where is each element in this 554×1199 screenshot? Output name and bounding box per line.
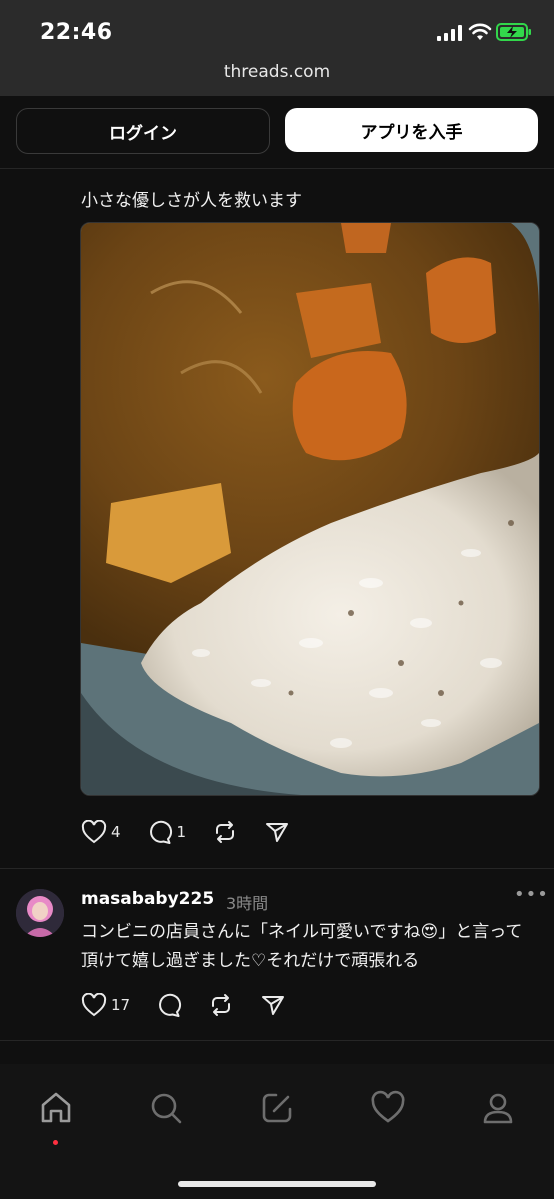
post-image[interactable]	[80, 222, 540, 796]
url-bar[interactable]: threads.com	[0, 62, 554, 82]
repost-icon	[216, 821, 235, 843]
heart-icon	[81, 820, 107, 844]
like-count: 17	[111, 996, 131, 1014]
compose-icon[interactable]	[259, 1090, 295, 1126]
post-text: 小さな優しさが人を救います	[81, 191, 302, 211]
status-time: 22:46	[40, 20, 113, 45]
get-app-button[interactable]: アプリを入手	[285, 108, 538, 152]
share-icon	[262, 996, 285, 1015]
profile-icon[interactable]	[480, 1090, 516, 1126]
cellular-signal-icon	[437, 25, 462, 41]
reply-icon	[149, 820, 172, 844]
post-text: コンビニの店員さんに「ネイル可愛いですね😍」と言って頂けて嬉し過ぎました♡それだ…	[81, 922, 523, 971]
divider	[0, 1040, 554, 1041]
repost-button[interactable]	[212, 820, 238, 844]
more-options-button[interactable]: •••	[514, 884, 549, 905]
curry-rice-photo	[81, 223, 539, 795]
post1-actions: 4 1	[81, 820, 316, 844]
reply-icon	[159, 993, 182, 1017]
home-indicator	[178, 1181, 376, 1187]
like-button[interactable]: 4	[81, 820, 121, 844]
reply-button[interactable]	[156, 993, 182, 1017]
repost-button[interactable]	[208, 993, 234, 1017]
bottom-nav	[0, 1064, 554, 1199]
like-count: 4	[111, 823, 121, 841]
search-icon[interactable]	[148, 1090, 184, 1126]
notification-dot	[53, 1140, 58, 1145]
share-button[interactable]	[260, 993, 286, 1017]
post2-actions: 17	[81, 993, 312, 1017]
post-username[interactable]: masababy225	[81, 889, 214, 909]
home-icon[interactable]	[38, 1090, 74, 1126]
login-button[interactable]: ログイン	[16, 108, 270, 154]
reply-button[interactable]: 1	[147, 820, 187, 844]
avatar-image	[16, 889, 64, 937]
battery-charging-icon	[496, 23, 531, 41]
like-button[interactable]: 17	[81, 993, 130, 1017]
wifi-icon	[468, 23, 492, 40]
share-button[interactable]	[264, 820, 290, 844]
heart-icon	[81, 993, 107, 1017]
post-time: 3時間	[226, 894, 269, 913]
repost-icon	[212, 994, 231, 1016]
share-icon	[266, 823, 289, 842]
divider	[0, 868, 554, 869]
reply-count: 1	[176, 823, 187, 841]
avatar[interactable]	[16, 889, 64, 937]
heart-icon[interactable]	[370, 1090, 406, 1126]
